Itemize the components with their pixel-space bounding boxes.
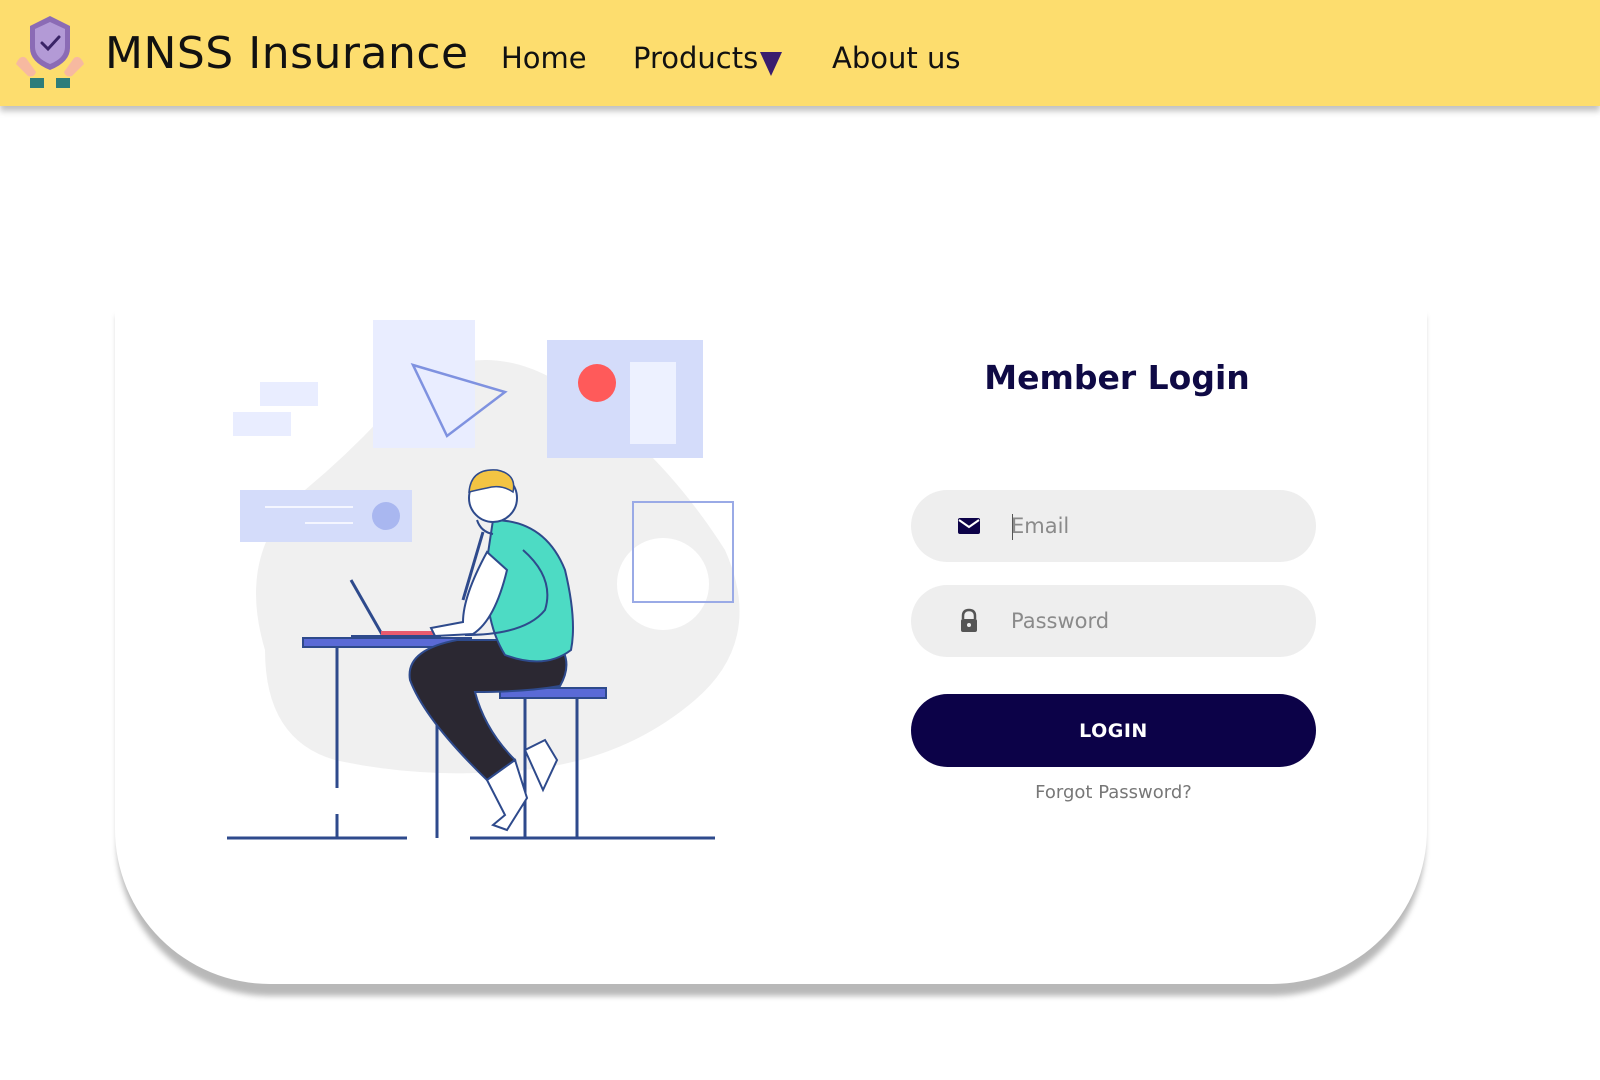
shield-logo-icon[interactable] <box>14 14 86 92</box>
chevron-down-icon[interactable] <box>760 52 782 76</box>
lock-icon <box>961 608 977 632</box>
email-input[interactable] <box>1011 490 1291 562</box>
brand-name[interactable]: MNSS Insurance <box>105 26 469 82</box>
top-navbar: MNSS Insurance Home Products About us <box>0 0 1600 106</box>
nav-about-link[interactable]: About us <box>832 40 960 76</box>
email-field[interactable] <box>911 490 1316 562</box>
password-field[interactable] <box>911 585 1316 657</box>
password-input[interactable] <box>1011 585 1291 657</box>
envelope-icon <box>958 518 980 534</box>
login-button[interactable]: LOGIN <box>911 694 1316 767</box>
forgot-password-link[interactable]: Forgot Password? <box>911 782 1316 803</box>
nav-products-link[interactable]: Products <box>633 40 758 76</box>
login-title: Member Login <box>984 358 1250 397</box>
person-laptop-illustration <box>227 320 740 840</box>
nav-home-link[interactable]: Home <box>501 40 587 76</box>
